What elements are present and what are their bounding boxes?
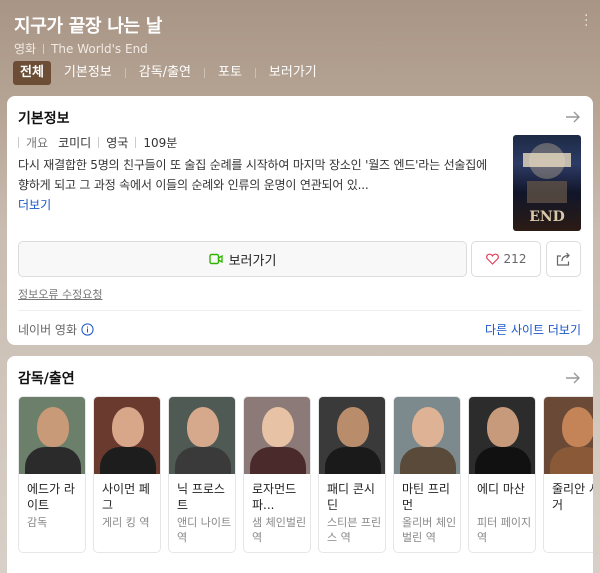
other-sites-link[interactable]: 다른 사이트 더보기 [485, 321, 581, 338]
svg-text:END: END [529, 209, 565, 225]
category-label: 영화 [14, 42, 37, 56]
cast-photo [169, 397, 235, 474]
movie-meta: 개요 코미디 영국 109분 [18, 134, 177, 151]
cast-title[interactable]: 감독/출연 [18, 368, 75, 388]
cast-name: 에디 마산 [477, 482, 525, 496]
cast-item[interactable]: 사이먼 페그 게리 킹 역 [93, 396, 161, 553]
cast-item[interactable]: 로자먼드 파... 샘 체인벌린 역 [243, 396, 311, 553]
tab-all[interactable]: 전체 [13, 61, 51, 85]
arrow-right-icon[interactable] [565, 370, 581, 386]
cast-role: 피터 페이지 역 [477, 516, 532, 544]
like-button[interactable]: 212 [471, 241, 541, 277]
cast-name: 마틴 프리먼 [402, 482, 450, 512]
cast-item[interactable]: 마틴 프리먼 올리버 체인벌린 역 [393, 396, 461, 553]
tab-basic-info[interactable]: 기본정보 [64, 61, 112, 85]
subtitle: 영화 The World's End [14, 40, 148, 57]
divider [204, 68, 205, 78]
cast-name: 닉 프로스트 [177, 482, 225, 512]
more-options-icon[interactable]: · · · [584, 9, 588, 33]
divider [18, 310, 582, 311]
cast-role: 감독 [27, 516, 48, 529]
poster-art: END [523, 143, 571, 225]
more-link[interactable]: 더보기 [18, 196, 51, 213]
runtime: 109분 [143, 136, 178, 150]
cast-photo [544, 397, 593, 474]
cast-list: 에드가 라이트 감독 사이먼 페그 게리 킹 역 닉 프로스트 앤디 나이트 역… [18, 396, 593, 573]
source-label: 네이버 영화 [18, 323, 78, 337]
tab-cast[interactable]: 감독/출연 [139, 61, 191, 85]
cast-name: 패디 콘시딘 [327, 482, 375, 512]
divider [124, 68, 126, 78]
arrow-right-icon[interactable] [565, 109, 581, 125]
country: 영국 [106, 136, 129, 150]
cast-photo [469, 397, 535, 474]
cast-photo [94, 397, 160, 474]
basic-info-card: 기본정보 개요 코미디 영국 109분 다시 재결합한 5명의 친구들이 또 술… [7, 96, 593, 345]
cast-item[interactable]: 패디 콘시딘 스티븐 프린스 역 [318, 396, 386, 553]
share-button[interactable] [546, 241, 581, 277]
cast-item[interactable]: 줄리안 시거 [543, 396, 593, 553]
movie-poster[interactable]: END [513, 135, 581, 231]
overview-label: 개요 [26, 136, 49, 150]
report-error-link[interactable]: 정보오류 수정요청 [18, 286, 102, 302]
info-icon[interactable] [81, 323, 94, 336]
cast-name: 줄리안 시거 [552, 482, 593, 512]
cast-role: 샘 체인벌린 역 [252, 516, 307, 544]
cast-name: 사이먼 페그 [102, 482, 150, 512]
share-icon [556, 252, 570, 266]
cast-photo [244, 397, 310, 474]
cast-photo [319, 397, 385, 474]
cast-role: 게리 킹 역 [102, 516, 150, 529]
cast-name: 로자먼드 파... [252, 482, 297, 512]
watch-label: 보러가기 [228, 253, 277, 269]
divider [98, 137, 100, 148]
cast-item[interactable]: 닉 프로스트 앤디 나이트 역 [168, 396, 236, 553]
cast-name: 에드가 라이트 [27, 482, 75, 512]
cast-photo [19, 397, 85, 474]
divider [43, 44, 45, 54]
cast-card-section: 감독/출연 에드가 라이트 감독 사이먼 페그 게리 킹 역 닉 프로스트 앤디… [7, 356, 593, 573]
cast-role: 올리버 체인벌린 역 [402, 516, 457, 544]
cast-role: 스티븐 프린스 역 [327, 516, 382, 544]
divider [135, 137, 137, 148]
basic-info-title[interactable]: 기본정보 [18, 108, 70, 128]
heart-icon [485, 253, 499, 265]
source: 네이버 영화 [18, 321, 94, 338]
tab-photo[interactable]: 포토 [218, 61, 242, 85]
cast-item[interactable]: 에드가 라이트 감독 [18, 396, 86, 553]
header: 지구가 끝장 나는 날 영화 The World's End · · · 전체 기본정… [0, 0, 600, 92]
page-title: 지구가 끝장 나는 날 [14, 16, 162, 37]
like-count: 212 [503, 252, 527, 266]
tab-watch[interactable]: 보러가기 [269, 61, 317, 85]
cast-photo [394, 397, 460, 474]
cast-role: 앤디 나이트 역 [177, 516, 232, 544]
tab-bar: 전체 기본정보 감독/출연 포토 보러가기 [13, 61, 317, 85]
divider [254, 68, 256, 78]
english-title: The World's End [51, 42, 148, 56]
play-video-icon [208, 253, 223, 265]
divider [18, 137, 19, 148]
cast-item[interactable]: 에디 마산 피터 페이지 역 [468, 396, 536, 553]
genre: 코미디 [58, 136, 92, 150]
synopsis: 다시 재결합한 5명의 친구들이 또 술집 순례를 시작하여 마지막 장소인 '… [18, 158, 487, 192]
watch-button[interactable]: 보러가기 [18, 241, 467, 277]
